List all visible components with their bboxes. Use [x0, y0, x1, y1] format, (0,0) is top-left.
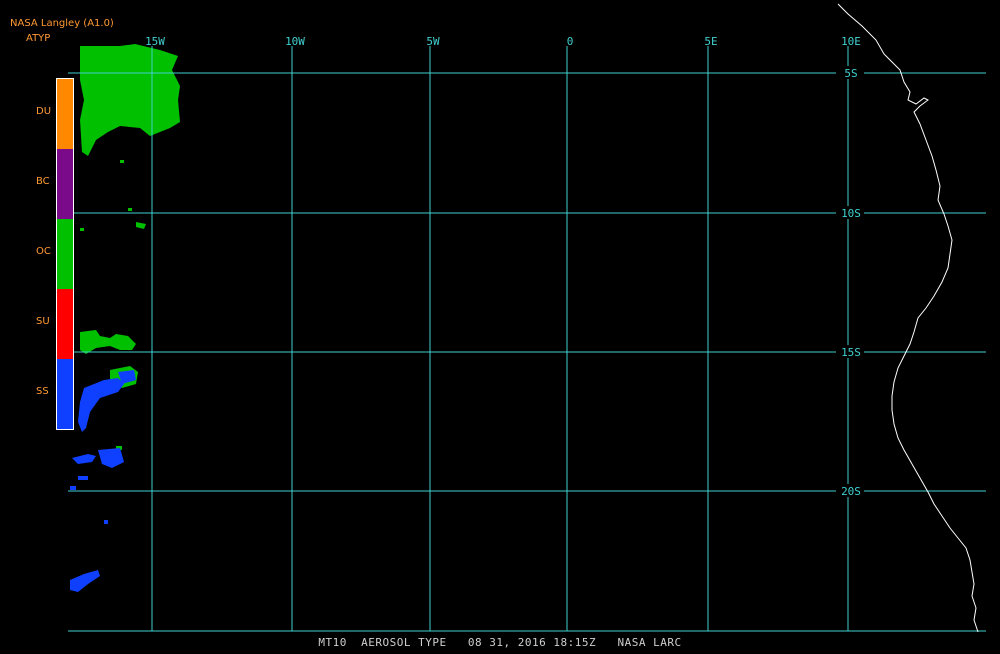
product-label: ATYP	[26, 33, 51, 44]
longitude-label: 5E	[704, 35, 717, 48]
oc-patch	[80, 228, 84, 231]
legend-label-ss: SS	[36, 386, 49, 397]
oc-patch	[128, 208, 132, 211]
lat-lon-grid: 15W 10W 5W 0 5E 10E 5S 10S 15S 20S	[68, 35, 986, 632]
legend-swatch-du	[57, 79, 73, 149]
ss-patch	[70, 570, 100, 592]
ss-patch	[98, 448, 124, 468]
longitude-label: 0	[567, 35, 574, 48]
legend-swatch-bc	[57, 149, 73, 219]
ss-patch	[70, 486, 76, 490]
longitude-label: 10E	[841, 35, 861, 48]
ss-patch	[104, 520, 108, 524]
legend-label-oc: OC	[36, 246, 51, 257]
latitude-label: 15S	[841, 346, 861, 359]
legend-swatch-oc	[57, 219, 73, 289]
legend-label-bc: BC	[36, 176, 50, 187]
latitude-label: 10S	[841, 207, 861, 220]
source-label: NASA Langley (A1.0)	[10, 18, 114, 29]
longitude-label: 15W	[145, 35, 165, 48]
longitude-label: 10W	[285, 35, 305, 48]
oc-patch	[80, 44, 180, 156]
latitude-label: 5S	[844, 67, 857, 80]
legend-label-su: SU	[36, 316, 50, 327]
oc-patch	[136, 222, 146, 229]
aerosol-map: 15W 10W 5W 0 5E 10E 5S 10S 15S 20S	[68, 3, 986, 633]
oc-patch	[80, 330, 136, 354]
aerosol-type-legend	[56, 78, 74, 430]
map-canvas: 15W 10W 5W 0 5E 10E 5S 10S 15S 20S NASA Langley (…	[0, 0, 1000, 650]
latitude-label: 20S	[841, 485, 861, 498]
oc-patch	[120, 160, 124, 163]
legend-swatch-ss	[57, 359, 73, 429]
ss-patch	[72, 454, 96, 464]
ss-patch	[78, 476, 88, 480]
coastline	[837, 3, 979, 633]
map-caption: MT10 AEROSOL TYPE 08 31, 2016 18:15Z NAS…	[318, 636, 682, 649]
longitude-label: 5W	[426, 35, 440, 48]
legend-swatch-su	[57, 289, 73, 359]
ss-patch	[78, 378, 124, 432]
legend-label-du: DU	[36, 106, 52, 117]
aerosol-pixels	[70, 44, 180, 592]
